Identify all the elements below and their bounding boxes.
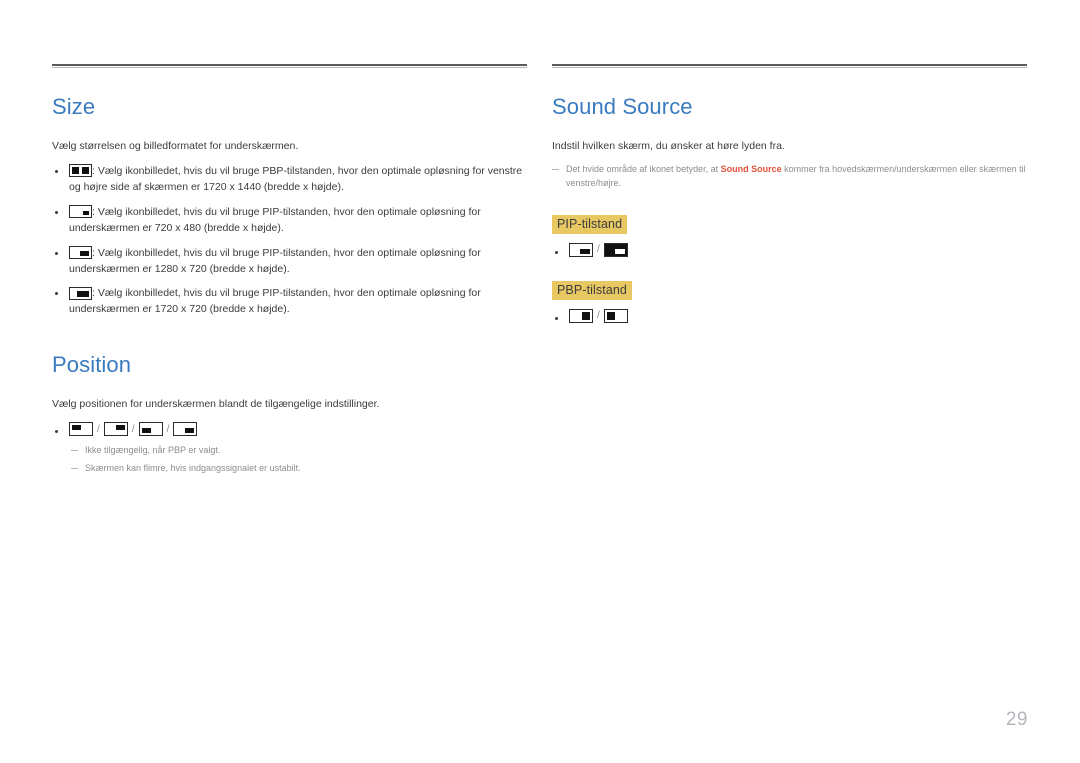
list-item-text: : Vælg ikonbilledet, hvis du vil bruge P… — [69, 205, 481, 234]
right-column: Sound Source Indstil hvilken skærm, du ø… — [552, 64, 1027, 323]
document-page: Size Vælg størrelsen og billedformatet f… — [0, 0, 1080, 763]
pip-xsmall-icon — [69, 205, 92, 219]
size-lead-text: Vælg størrelsen og billedformatet for un… — [52, 140, 299, 152]
note-text-before: Det hvide område af ikonet betyder, at — [566, 163, 721, 174]
note-highlight-term: Sound Source — [720, 163, 782, 174]
subheading-pip-tilstand: PIP-tilstand — [552, 214, 628, 234]
page-number: 29 — [1005, 709, 1028, 730]
icon-separator: / — [597, 244, 600, 256]
icon-separator: / — [597, 310, 600, 322]
list-item: : Vælg ikonbilledet, hvis du vil bruge P… — [52, 246, 527, 278]
position-bottom-right-icon — [173, 422, 198, 437]
icon-separator: / — [97, 423, 100, 435]
page-title-position: Position — [52, 352, 132, 378]
section-divider-right-shadow — [552, 67, 1027, 68]
pip-medium-icon — [69, 287, 92, 301]
position-note-2: Skærmen kan flimre, hvis indgangssignale… — [71, 462, 527, 476]
sound-source-pip-main-icon — [569, 242, 593, 257]
page-title-sound-source: Sound Source — [552, 94, 693, 119]
icon-separator: / — [166, 423, 170, 435]
position-icon-row: / / / — [52, 422, 527, 437]
sound-source-pbp-right-icon — [569, 308, 593, 323]
sound-source-pbp-left-icon — [603, 308, 628, 323]
list-item-text: : Vælg ikonbilledet, hvis du vil bruge P… — [69, 246, 481, 275]
section-divider-right — [552, 64, 1027, 66]
position-top-left-icon — [69, 422, 93, 437]
left-column: Size Vælg størrelsen og billedformatet f… — [52, 64, 527, 476]
page-title-size: Size — [52, 94, 96, 119]
pip-mode-icon-row: / — [552, 242, 1027, 257]
sound-source-pip-sub-icon — [603, 242, 628, 257]
pip-small-icon — [69, 246, 92, 260]
pbp-mode-icon-row: / — [552, 308, 1027, 323]
icon-separator: / — [131, 423, 135, 435]
position-lead-text: Vælg positionen for underskærmen blandt … — [52, 398, 380, 411]
position-note-1: Ikke tilgængelig, når PBP er valgt. — [71, 444, 527, 458]
pbp-split-icon — [69, 164, 92, 178]
section-divider-left-shadow — [52, 67, 527, 68]
list-item-text: : Vælg ikonbilledet, hvis du vil bruge P… — [69, 287, 481, 316]
size-bullet-list: : Vælg ikonbilledet, hvis du vil bruge P… — [52, 164, 527, 319]
position-top-right-icon — [103, 422, 128, 437]
sound-source-lead-text: Indstil hvilken skærm, du ønsker at høre… — [552, 140, 785, 152]
list-item: : Vælg ikonbilledet, hvis du vil bruge P… — [52, 164, 527, 196]
subheading-pbp-tilstand: PBP-tilstand — [552, 280, 632, 300]
sound-source-note: Det hvide område af ikonet betyder, at S… — [552, 163, 1027, 191]
list-item: : Vælg ikonbilledet, hvis du vil bruge P… — [52, 205, 527, 237]
list-item: : Vælg ikonbilledet, hvis du vil bruge P… — [52, 286, 527, 318]
list-item-text: : Vælg ikonbilledet, hvis du vil bruge P… — [69, 164, 523, 193]
section-divider-left — [52, 64, 527, 66]
position-bottom-left-icon — [138, 422, 163, 437]
